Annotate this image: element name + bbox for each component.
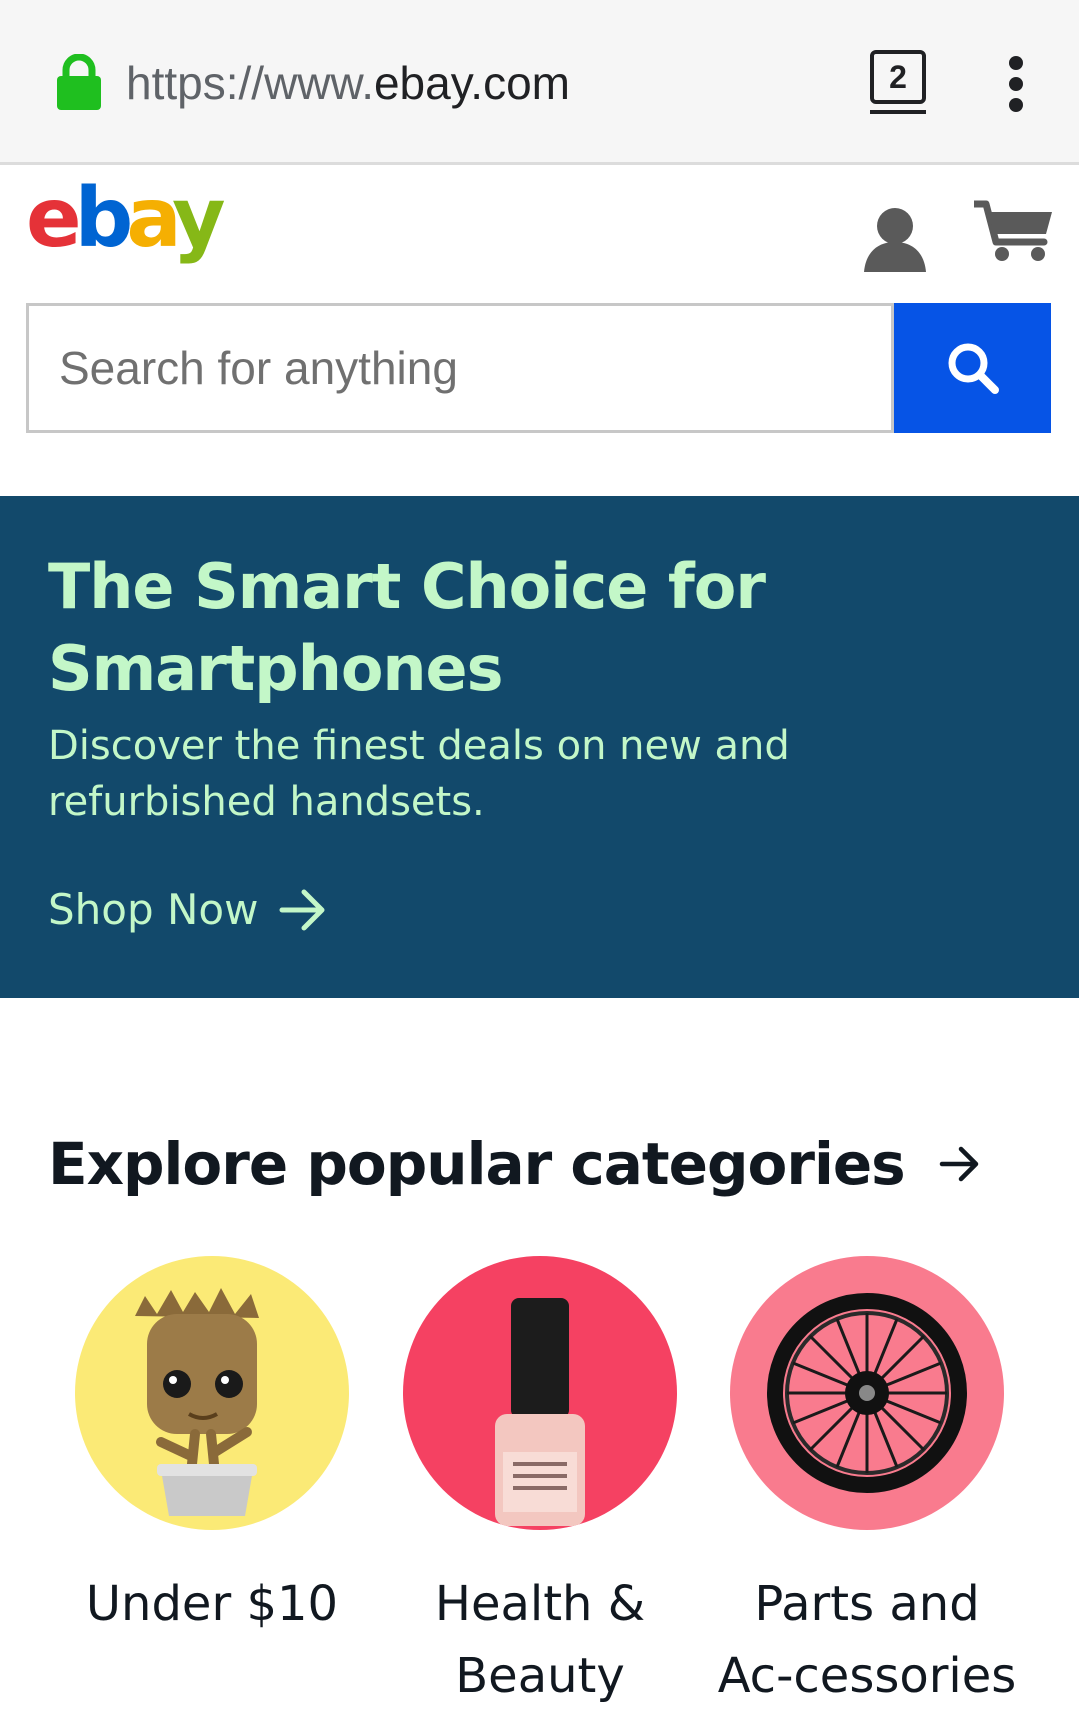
wheel-icon: [767, 1293, 967, 1493]
url-host: ebay.com: [373, 57, 570, 109]
address-bar[interactable]: https://www.ebay.com: [126, 55, 570, 111]
search-icon: [948, 343, 999, 394]
account-icon[interactable]: [862, 204, 928, 274]
search-bar: Search for anything: [26, 303, 1051, 433]
nail-polish-icon: [495, 1298, 585, 1526]
category-label: Health & Beauty: [434, 1576, 646, 1704]
category-label: Under $10: [85, 1576, 339, 1632]
tab-switcher-button[interactable]: 2: [868, 48, 928, 116]
banner-title: The Smart Choice for Smartphones: [48, 550, 766, 705]
ebay-logo[interactable]: ebay: [26, 180, 226, 280]
category-image: [730, 1256, 1004, 1530]
shop-now-label: Shop Now: [48, 885, 259, 934]
category-image: [75, 1256, 349, 1530]
category-image: [403, 1256, 677, 1530]
arrow-right-icon: [279, 889, 325, 931]
categories-heading-link[interactable]: Explore popular categories: [48, 1126, 981, 1202]
category-parts-accessories[interactable]: Parts and Ac-cessories: [717, 1256, 1017, 1712]
tab-count: 2: [870, 50, 926, 104]
search-button[interactable]: [894, 303, 1051, 433]
category-label: Parts and Ac-cessories: [717, 1576, 1017, 1704]
shop-now-link[interactable]: Shop Now: [48, 880, 328, 940]
url-scheme: https://www.: [126, 57, 374, 109]
arrow-right-icon: [939, 1146, 978, 1182]
category-under-10[interactable]: Under $10: [62, 1256, 362, 1640]
lock-icon: [57, 54, 101, 110]
category-health-beauty[interactable]: Health & Beauty: [390, 1256, 690, 1712]
categories-heading: Explore popular categories: [48, 1130, 906, 1198]
banner-subtitle: Discover the finest deals on new and ref…: [48, 723, 790, 825]
browser-toolbar: https://www.ebay.com 2: [0, 0, 1079, 165]
promo-banner[interactable]: The Smart Choice for Smartphones Discove…: [0, 496, 1079, 998]
overflow-menu-icon[interactable]: [1004, 56, 1028, 112]
groot-figure-icon: [135, 1288, 259, 1516]
cart-icon[interactable]: [974, 198, 1054, 264]
search-input[interactable]: Search for anything: [26, 303, 894, 433]
svg-text:ebay: ebay: [26, 180, 224, 266]
